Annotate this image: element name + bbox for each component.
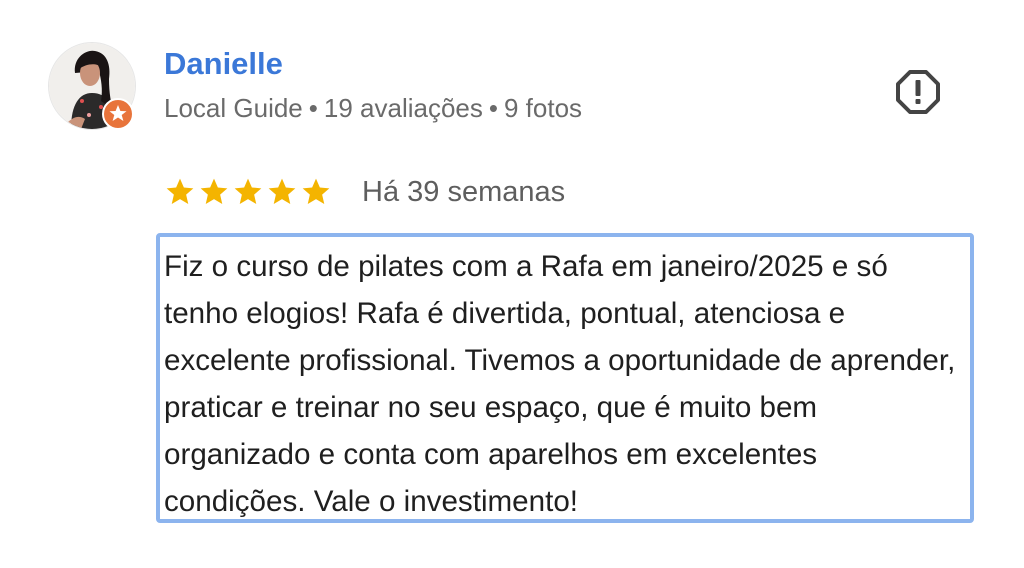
review-text: Fiz o curso de pilates com a Rafa em jan… — [164, 250, 956, 518]
author-meta: Local Guide • 19 avaliações • 9 fotos — [164, 90, 582, 126]
review-card: Danielle Local Guide • 19 avaliações • 9 fot… — [0, 0, 1024, 568]
meta-separator: • — [488, 93, 498, 123]
star-icon — [268, 178, 296, 204]
review-text-box: Fiz o curso de pilates com a Rafa em jan… — [156, 233, 974, 523]
report-exclamation-icon[interactable] — [894, 68, 942, 116]
photos-count: 9 fotos — [503, 93, 583, 123]
author-name[interactable]: Danielle — [164, 44, 283, 84]
author-avatar[interactable] — [48, 42, 136, 130]
rating-row: Há 39 semanas — [164, 172, 565, 212]
star-icon — [166, 178, 194, 204]
local-guide-badge — [102, 98, 134, 130]
local-guide-label: Local Guide — [164, 93, 303, 123]
meta-separator: • — [308, 93, 318, 123]
star-icon — [200, 178, 228, 204]
star-icon — [234, 178, 262, 204]
star-badge-icon — [102, 98, 134, 130]
star-rating — [164, 176, 332, 208]
reviews-count: 19 avaliações — [323, 93, 483, 123]
review-date: Há 39 semanas — [362, 176, 566, 208]
star-icon — [302, 178, 330, 204]
